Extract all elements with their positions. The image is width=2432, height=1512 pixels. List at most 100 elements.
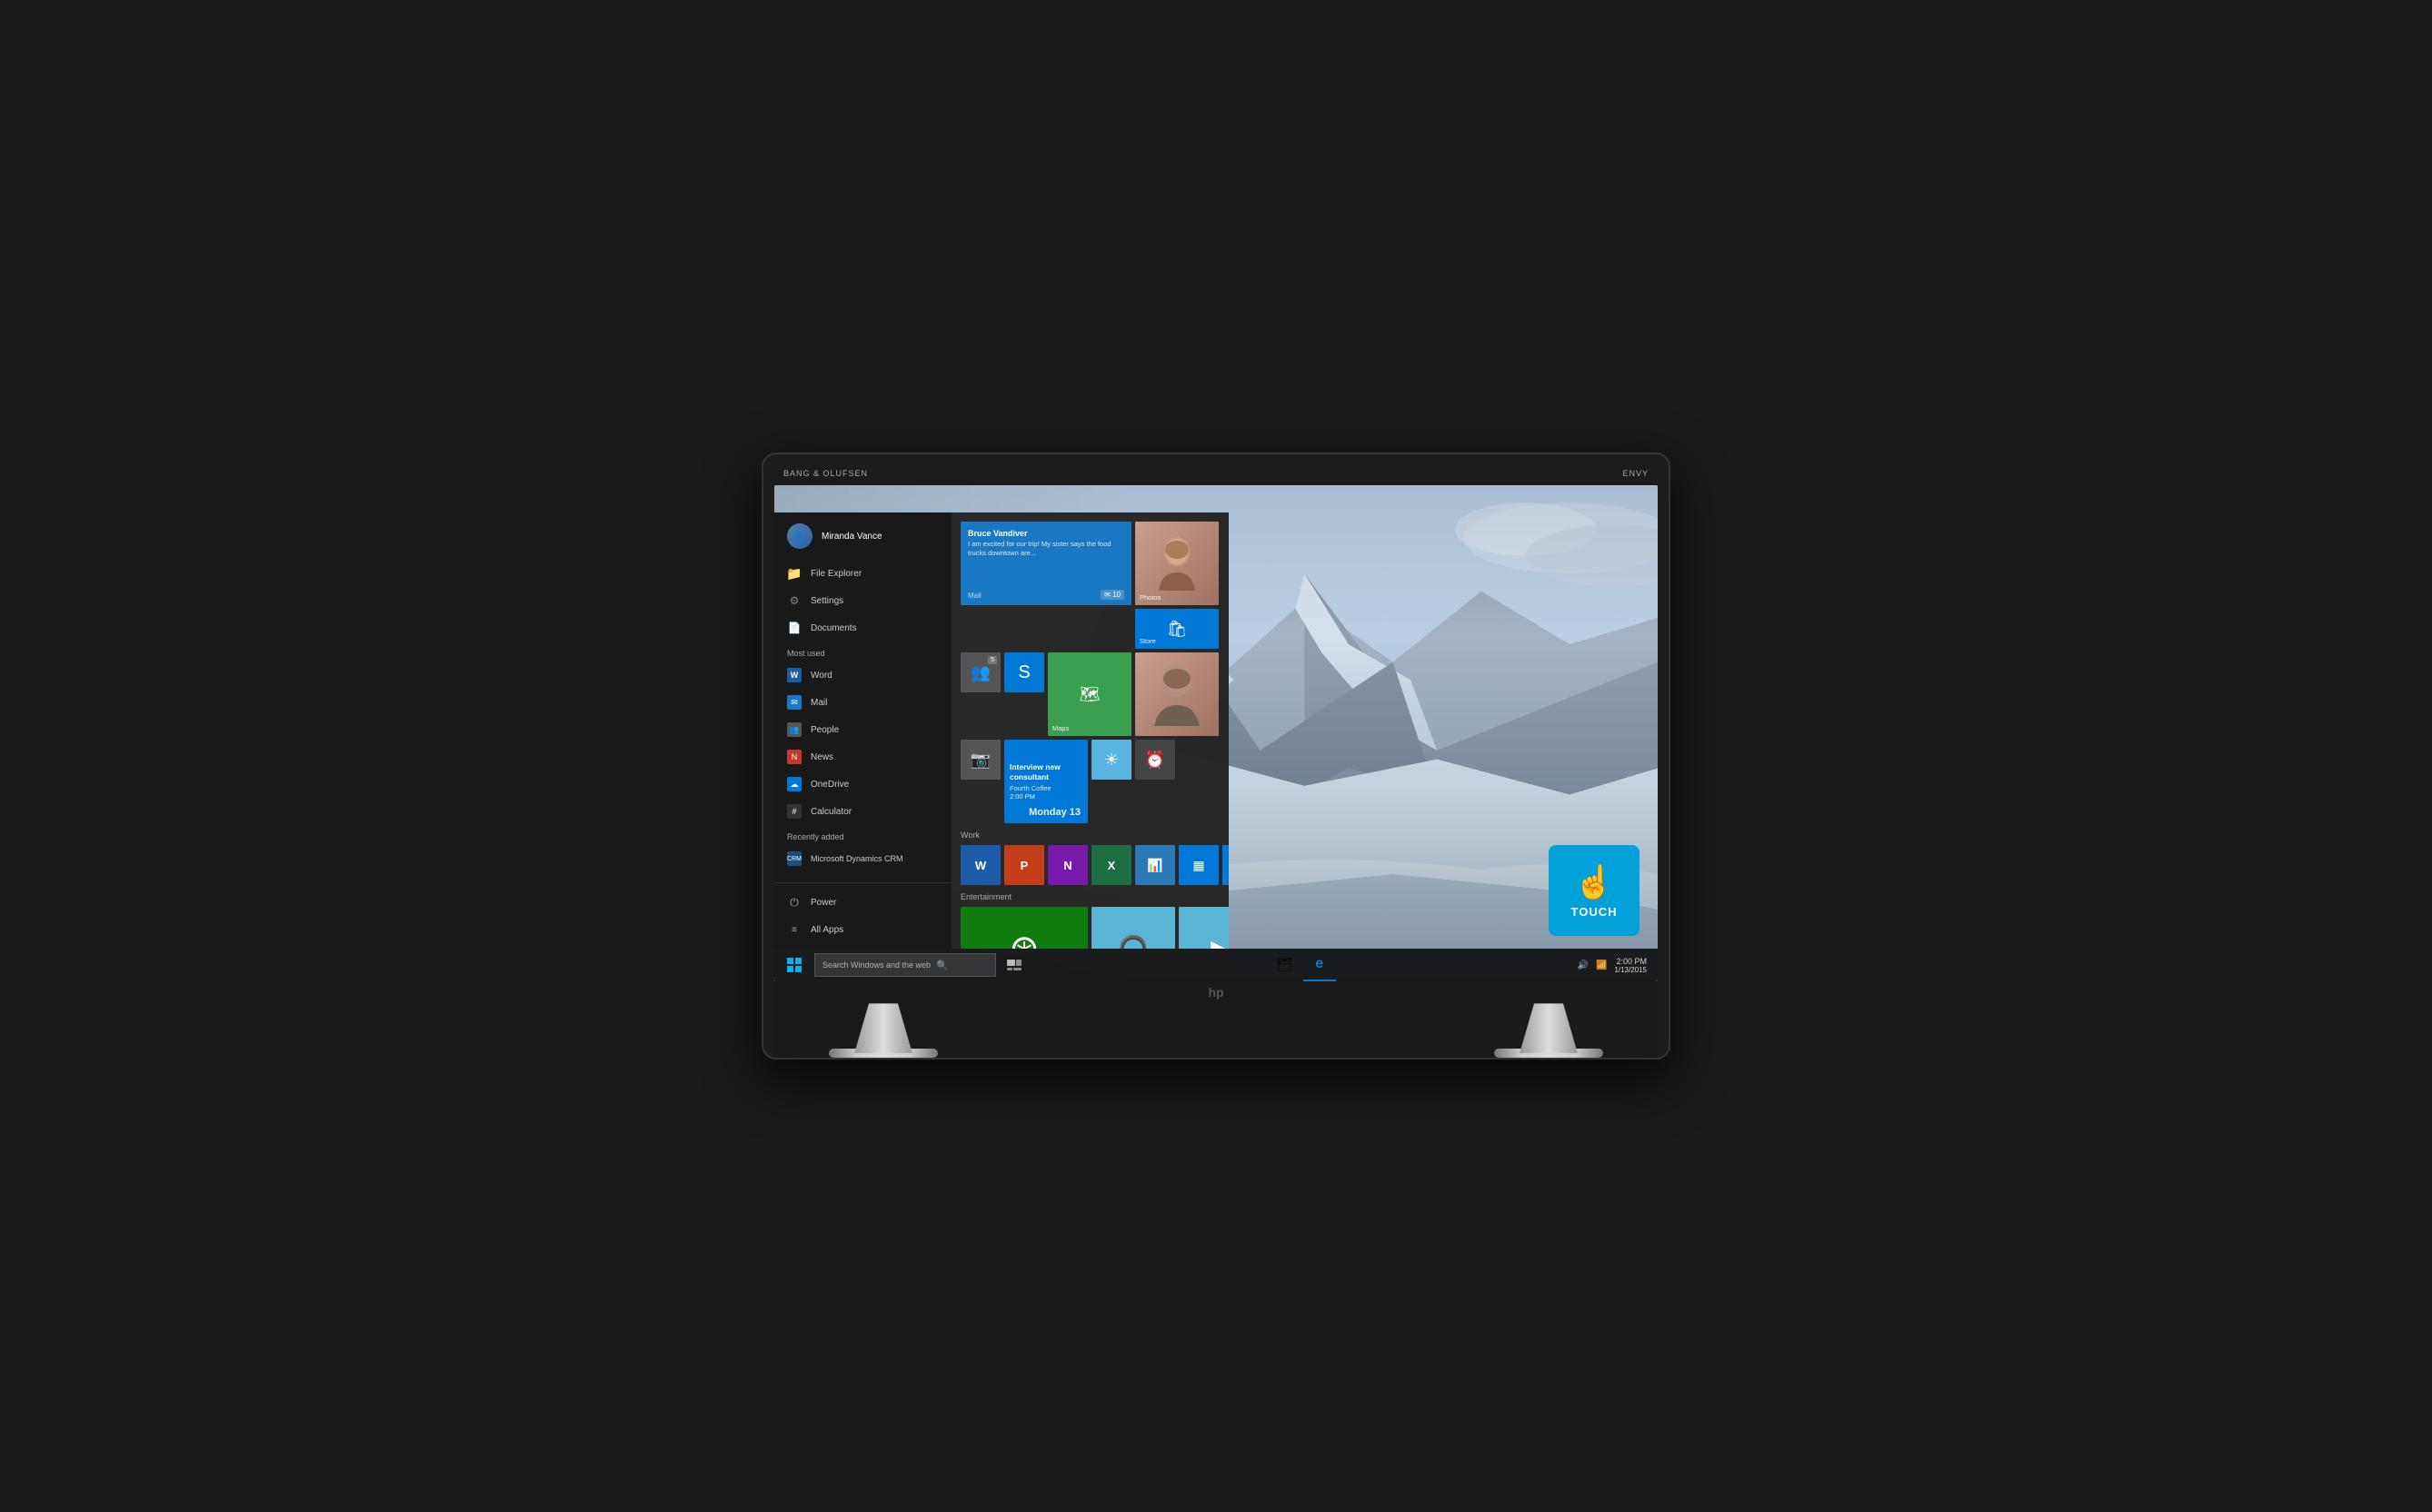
windows-logo-icon	[787, 958, 802, 972]
monitor-stand-area	[774, 1003, 1658, 1058]
skype-tile[interactable]: S	[1004, 652, 1044, 692]
start-button[interactable]	[778, 949, 811, 981]
work-label: Work	[961, 831, 1220, 840]
skype-icon: S	[1018, 662, 1030, 683]
power-nav[interactable]: ⏻ Power	[774, 889, 952, 916]
monitor-brand: BANG & OLUFSEN	[783, 469, 868, 478]
chart-tile[interactable]: 📊	[1135, 845, 1175, 885]
camera-tile[interactable]: 📷	[961, 740, 1001, 780]
taskbar: Search Windows and the web 🔍 🗂	[774, 949, 1658, 981]
file-explorer-taskbar[interactable]: 🗂	[1269, 949, 1301, 981]
start-menu-left: 👤 Miranda Vance 📁 File Explorer ⚙ Settin…	[774, 512, 952, 949]
nav-people[interactable]: 👥 People	[774, 716, 952, 743]
word-tile[interactable]: W	[961, 845, 1001, 885]
settings-label: Settings	[811, 596, 843, 606]
taskbar-pinned: 🗂 e	[1269, 949, 1336, 981]
calendar-event: Interview new consultant	[1010, 762, 1082, 782]
calendar-tile[interactable]: Interview new consultant Fourth Coffee 2…	[1004, 740, 1088, 823]
system-tray: 🔊 📶 2:00 PM 1/13/2015	[1570, 957, 1655, 974]
volume-icon[interactable]: 🔊	[1578, 960, 1589, 970]
dynamics-icon: CRM	[787, 851, 802, 866]
docs-icon: 📄	[787, 621, 802, 635]
people-icon: 👥	[787, 722, 802, 737]
all-apps-nav[interactable]: ≡ All Apps	[774, 916, 952, 943]
calendar-location: Fourth Coffee	[1010, 784, 1082, 792]
mail-tile[interactable]: Bruce Vandiver I am excited for our trip…	[961, 522, 1131, 605]
entertainment-label: Entertainment	[961, 892, 1220, 901]
search-text: Search Windows and the web	[822, 960, 931, 970]
calc-tile[interactable]: ▦	[1179, 845, 1219, 885]
calculator-icon: #	[787, 804, 802, 819]
edge-tb-icon: e	[1311, 955, 1329, 973]
documents-label: Documents	[811, 623, 857, 633]
file-explorer-tb-icon: 🗂	[1276, 955, 1294, 973]
task-view-button[interactable]	[998, 949, 1031, 981]
nav-calculator[interactable]: # Calculator	[774, 798, 952, 825]
folder-icon: 📁	[787, 566, 802, 581]
photos-tile[interactable]: Photos	[1135, 522, 1219, 605]
user-section[interactable]: 👤 Miranda Vance	[774, 512, 952, 560]
work-tiles-row: W P N X 📊 ▦	[961, 845, 1220, 885]
xbox-tile[interactable]: ⊛ Xbox	[961, 907, 1088, 949]
photo-person-tile[interactable]	[1135, 652, 1219, 736]
recently-added-label: Recently added	[774, 825, 952, 845]
photos-store-col: Photos 🛍 Store	[1135, 522, 1219, 649]
weather-icon: ☀	[1104, 751, 1119, 770]
monitor: BANG & OLUFSEN ENVY	[762, 453, 1670, 1060]
onenote-tile[interactable]: N	[1048, 845, 1088, 885]
nav-dynamics[interactable]: CRM Microsoft Dynamics CRM	[774, 845, 952, 872]
people-count: 5	[988, 656, 997, 664]
nav-onedrive[interactable]: ☁ OneDrive	[774, 771, 952, 798]
start-tiles-panel: Bruce Vandiver I am excited for our trip…	[952, 512, 1229, 949]
monitor-model: ENVY	[1622, 469, 1649, 478]
store-tile[interactable]: 🛍 Store	[1135, 609, 1219, 649]
all-apps-label: All Apps	[811, 925, 843, 935]
ppt-icon: P	[1021, 859, 1029, 872]
hp-logo: hp	[1208, 985, 1223, 1000]
store-label: Store	[1140, 637, 1156, 645]
left-leg	[847, 1003, 920, 1053]
word-label: Word	[811, 671, 832, 681]
photo-person-img	[1135, 652, 1219, 736]
camera-icon: 📷	[971, 751, 991, 770]
calendar-day: Monday 13	[1029, 807, 1081, 818]
file-explorer-nav[interactable]: 📁 File Explorer	[774, 560, 952, 587]
excel-icon: X	[1108, 859, 1116, 872]
documents-nav[interactable]: 📄 Documents	[774, 614, 952, 642]
maps-tile[interactable]: 🗺 Maps	[1048, 652, 1131, 736]
weather-tile[interactable]: ☀	[1091, 740, 1131, 780]
calculator-label: Calculator	[811, 807, 852, 817]
excel-tile[interactable]: X	[1091, 845, 1131, 885]
tiles-row-2: 👥 5 S 🗺 Maps	[961, 652, 1220, 823]
onedrive-tile[interactable]: ☁	[1222, 845, 1229, 885]
nav-mail[interactable]: ✉ Mail	[774, 689, 952, 716]
all-apps-icon: ≡	[787, 922, 802, 937]
people-tile[interactable]: 👥 5	[961, 652, 1001, 692]
video-icon: ▶	[1211, 934, 1229, 950]
powerpoint-tile[interactable]: P	[1004, 845, 1044, 885]
nav-news[interactable]: N News	[774, 743, 952, 771]
news-label: News	[811, 752, 833, 762]
user-name: Miranda Vance	[822, 532, 882, 542]
settings-nav[interactable]: ⚙ Settings	[774, 587, 952, 614]
music-tile[interactable]: 🎧 Music	[1091, 907, 1175, 949]
mail-tile-label: Mail	[968, 592, 982, 600]
store-icon: 🛍	[1167, 620, 1188, 639]
video-tile[interactable]: ▶ Video	[1179, 907, 1229, 949]
mail-count: ✉ 10	[1101, 590, 1124, 600]
edge-taskbar[interactable]: e	[1303, 949, 1336, 981]
maps-icon: 🗺	[1080, 685, 1101, 704]
settings-icon: ⚙	[787, 593, 802, 608]
monitor-bottom-bar: hp	[774, 981, 1658, 1003]
file-explorer-label: File Explorer	[811, 569, 862, 579]
tiles-row-1: Bruce Vandiver I am excited for our trip…	[961, 522, 1220, 649]
clock: 2:00 PM 1/13/2015	[1614, 957, 1647, 974]
wifi-icon[interactable]: 📶	[1596, 960, 1607, 970]
start-menu: 👤 Miranda Vance 📁 File Explorer ⚙ Settin…	[774, 512, 1229, 949]
onedrive-icon: ☁	[787, 777, 802, 791]
search-icon: 🔍	[936, 960, 949, 971]
alarm-tile[interactable]: ⏰	[1135, 740, 1175, 780]
search-bar[interactable]: Search Windows and the web 🔍	[814, 953, 996, 977]
touch-icon: ☝	[1574, 863, 1615, 901]
nav-word[interactable]: W Word	[774, 662, 952, 689]
